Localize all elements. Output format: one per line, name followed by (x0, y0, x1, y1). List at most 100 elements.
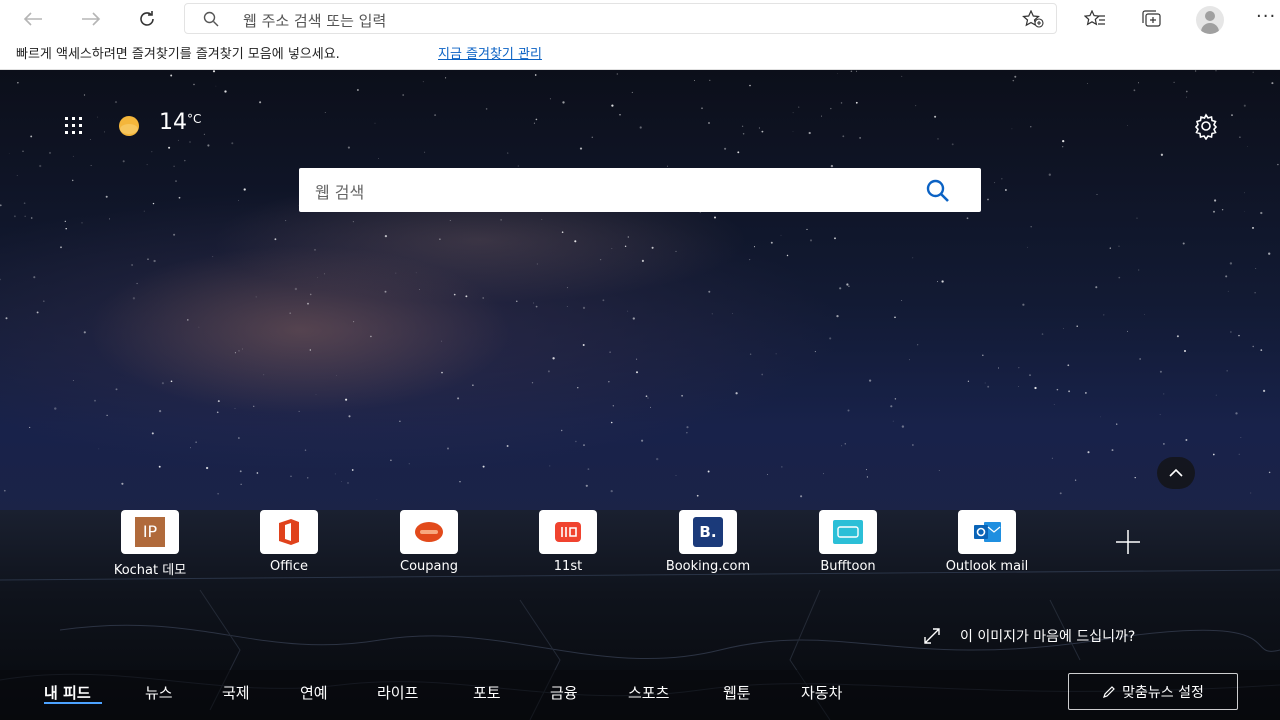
star-dot (419, 289, 420, 290)
star-dot (324, 273, 325, 275)
star-dot (304, 449, 307, 451)
star-dot (1163, 393, 1165, 395)
star-dot (610, 489, 613, 493)
collapse-button[interactable] (1157, 457, 1195, 489)
manage-favorites-link[interactable]: 지금 즐겨찾기 관리 (438, 43, 542, 62)
star-dot (1127, 125, 1128, 126)
settings-more-button[interactable]: ··· (1256, 6, 1276, 27)
star-dot (482, 465, 485, 468)
web-search-icon[interactable] (925, 178, 951, 204)
quick-link-bufftoon[interactable]: Bufftoon (788, 510, 908, 580)
quick-link-booking[interactable]: B. Booking.com (648, 510, 768, 580)
star-dot (599, 258, 602, 261)
star-dot (1018, 367, 1020, 369)
star-dot (616, 73, 618, 75)
add-quick-link-plus-icon[interactable] (1108, 522, 1148, 562)
star-dot (33, 276, 36, 279)
quick-link-label: Booking.com (665, 559, 751, 574)
star-dot (1254, 292, 1256, 294)
star-dot (549, 465, 551, 467)
star-dot (650, 406, 651, 408)
star-dot (415, 272, 417, 274)
star-dot (453, 293, 456, 296)
star-dot (1230, 331, 1232, 333)
partly-sunny-weather-icon[interactable] (115, 115, 143, 137)
star-dot (840, 102, 843, 104)
star-dot (1255, 268, 1257, 269)
office-logo-icon (279, 519, 299, 545)
tab-webtoon[interactable]: 웹툰 (723, 682, 751, 703)
star-dot (241, 348, 244, 350)
star-dot (345, 398, 348, 401)
star-dot (937, 138, 939, 140)
star-dot (1062, 139, 1065, 143)
page-settings-gear-icon[interactable] (1192, 112, 1220, 140)
star-dot (1076, 325, 1078, 328)
star-dot (894, 316, 896, 319)
star-dot (1194, 70, 1197, 72)
forward-button[interactable] (76, 4, 106, 34)
star-dot (934, 115, 937, 118)
star-dot (217, 400, 220, 403)
tab-sports[interactable]: 스포츠 (628, 682, 669, 703)
tab-photo[interactable]: 포토 (473, 682, 501, 703)
quick-link-11st[interactable]: 11st (508, 510, 628, 580)
favorites-button[interactable] (1080, 4, 1110, 34)
tab-entertainment[interactable]: 연예 (300, 682, 328, 703)
collections-button[interactable] (1137, 4, 1167, 34)
forward-arrow-icon (82, 12, 101, 26)
profile-avatar[interactable] (1196, 6, 1224, 34)
address-bar[interactable]: 웹 주소 검색 또는 입력 (184, 3, 1057, 34)
star-dot (187, 319, 189, 321)
star-dot (132, 297, 136, 300)
star-dot (83, 331, 86, 334)
star-dot (823, 473, 824, 475)
star-dot (753, 246, 756, 248)
tab-news[interactable]: 뉴스 (145, 682, 173, 703)
tab-autos[interactable]: 자동차 (801, 682, 842, 703)
web-search-box[interactable]: 웹 검색 (299, 168, 981, 212)
star-dot (121, 482, 124, 485)
temperature-unit: °C (187, 112, 202, 126)
star-dot (434, 114, 437, 117)
temperature[interactable]: 14°C (159, 110, 201, 135)
star-dot (212, 70, 216, 73)
star-dot (984, 382, 986, 384)
11st-logo-icon (555, 522, 581, 542)
star-dot (1252, 345, 1254, 348)
star-dot (30, 135, 33, 138)
star-dot (844, 443, 846, 445)
back-button[interactable] (18, 4, 48, 34)
star-dot (609, 351, 611, 353)
personalize-news-button[interactable]: 맞춤뉴스 설정 (1068, 673, 1238, 710)
outlook-logo-icon (974, 522, 1001, 542)
web-search-placeholder: 웹 검색 (315, 183, 365, 202)
star-dot (786, 254, 789, 257)
quick-link-kochat[interactable]: IP Kochat 데모 (90, 510, 210, 580)
tab-world[interactable]: 국제 (222, 682, 250, 703)
star-dot (205, 466, 209, 470)
apps-grid-icon[interactable] (62, 114, 86, 138)
star-dot (1085, 392, 1087, 394)
add-favorite-icon[interactable] (1022, 10, 1044, 28)
star-dot (758, 127, 760, 129)
star-dot (147, 258, 149, 260)
kochat-tile-icon: IP (121, 510, 179, 554)
quick-link-office[interactable]: Office (229, 510, 349, 580)
bufftoon-tile-icon (819, 510, 877, 554)
quick-link-outlook[interactable]: Outlook mail (927, 510, 1047, 580)
star-dot (195, 441, 197, 443)
quick-link-coupang[interactable]: Coupang (369, 510, 489, 580)
star-dot (447, 447, 449, 450)
star-dot (1277, 163, 1279, 166)
tab-my-feed[interactable]: 내 피드 (44, 682, 91, 703)
star-dot (667, 165, 668, 167)
star-dot (198, 326, 200, 328)
star-dot (941, 280, 944, 283)
refresh-button[interactable] (132, 4, 162, 34)
star-dot (1074, 479, 1077, 481)
quick-link-label: Coupang (400, 559, 458, 574)
star-dot (619, 114, 621, 116)
tab-lifestyle[interactable]: 라이프 (377, 682, 418, 703)
tab-finance[interactable]: 금융 (550, 682, 578, 703)
